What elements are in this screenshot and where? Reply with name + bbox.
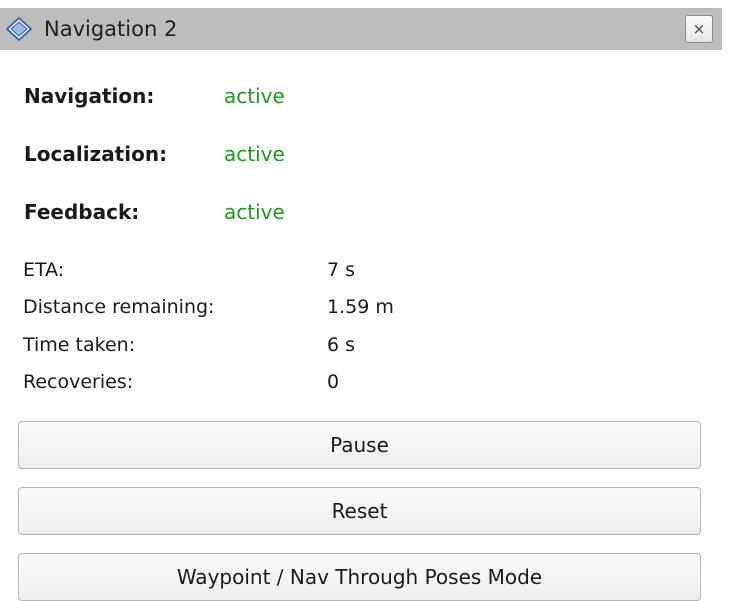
stat-value: 1.59 m [327, 296, 394, 318]
stat-row-distance: Distance remaining: 1.59 m [23, 293, 394, 321]
panel-titlebar: Navigation 2 × [0, 8, 722, 50]
status-label: Navigation: [24, 84, 155, 108]
status-row-feedback: Feedback: active [24, 197, 285, 227]
status-value: active [224, 142, 285, 166]
status-value: active [224, 84, 285, 108]
close-icon: × [692, 20, 706, 38]
stat-label: Recoveries: [23, 371, 134, 393]
close-button[interactable]: × [685, 15, 713, 43]
stat-value: 6 s [327, 334, 356, 356]
stat-row-recoveries: Recoveries: 0 [23, 368, 339, 396]
stat-label: Distance remaining: [23, 296, 215, 318]
reset-button[interactable]: Reset [18, 487, 701, 535]
pause-button[interactable]: Pause [18, 421, 701, 469]
stat-value: 0 [327, 371, 340, 393]
stat-label: ETA: [23, 259, 65, 281]
waypoint-mode-button[interactable]: Waypoint / Nav Through Poses Mode [18, 553, 701, 601]
stat-row-time-taken: Time taken: 6 s [23, 331, 355, 359]
status-value: active [224, 200, 285, 224]
stat-value: 7 s [327, 259, 356, 281]
status-label: Feedback: [24, 200, 140, 224]
status-row-navigation: Navigation: active [24, 81, 285, 111]
diamond-icon [5, 16, 33, 42]
stat-row-eta: ETA: 7 s [23, 256, 355, 284]
stat-label: Time taken: [23, 334, 136, 356]
status-row-localization: Localization: active [24, 139, 285, 169]
status-label: Localization: [24, 142, 168, 166]
panel-title: Navigation 2 [44, 17, 178, 41]
